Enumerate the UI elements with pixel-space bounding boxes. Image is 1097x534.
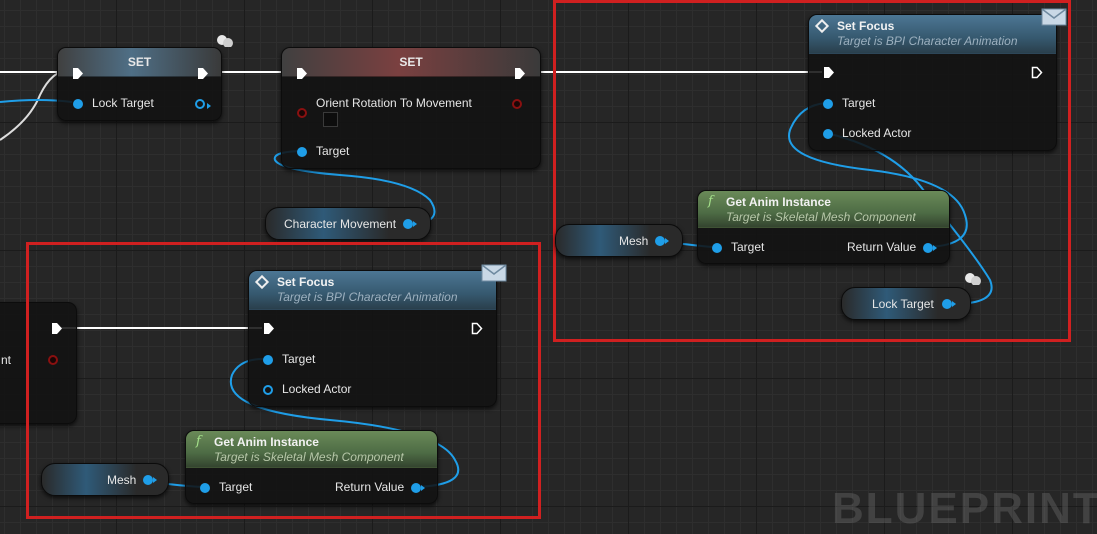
set-orient-rotation-node[interactable]: SET Orient Rotation To Movement Target: [281, 47, 541, 169]
lock-target-getter[interactable]: Lock Target: [841, 287, 971, 320]
pin-label: Target: [731, 240, 765, 254]
node-title: Set Focus: [837, 19, 895, 33]
message-envelope-icon: [1041, 8, 1067, 26]
lock-target-output-pin[interactable]: [195, 99, 211, 109]
pin-label: Locked Actor: [842, 126, 912, 140]
character-movement-output-pin[interactable]: [403, 219, 417, 229]
function-f-icon: f: [708, 194, 713, 209]
target-input-pin[interactable]: [263, 355, 273, 365]
pin-label: Orient Rotation To Movement: [316, 96, 472, 110]
orient-rotation-checkbox[interactable]: [323, 112, 338, 127]
getter-label: Lock Target: [872, 297, 934, 311]
lock-target-input-pin[interactable]: [73, 99, 83, 109]
locked-actor-input-pin[interactable]: [823, 129, 833, 139]
target-input-pin[interactable]: [823, 99, 833, 109]
pin-label: Return Value: [847, 240, 917, 254]
mesh-output-pin[interactable]: [143, 475, 157, 485]
exec-in-pin[interactable]: [72, 67, 84, 80]
exec-out-pin[interactable]: [471, 322, 483, 335]
exec-out-pin[interactable]: [514, 67, 526, 80]
node-subtitle: Target is Skeletal Mesh Component: [214, 450, 404, 464]
pin-label: Target: [316, 144, 350, 158]
target-input-pin[interactable]: [297, 147, 307, 157]
return-value-output-pin[interactable]: [411, 483, 425, 493]
character-movement-getter[interactable]: Character Movement: [265, 207, 431, 240]
target-input-pin[interactable]: [200, 483, 210, 493]
get-anim-instance-node-top[interactable]: f Get Anim Instance Target is Skeletal M…: [697, 190, 950, 264]
node-header: SET: [282, 48, 540, 77]
mesh-getter-top[interactable]: Mesh: [555, 224, 683, 257]
exec-out-pin[interactable]: [197, 67, 209, 80]
target-input-pin[interactable]: [712, 243, 722, 253]
pin-label: Locked Actor: [282, 382, 352, 396]
getter-label: Mesh: [619, 234, 649, 248]
node-subtitle: Target is BPI Character Animation: [277, 290, 458, 304]
orient-rotation-input-pin[interactable]: [297, 108, 307, 118]
set-focus-node-top[interactable]: Set Focus Target is BPI Character Animat…: [808, 14, 1057, 151]
message-envelope-icon: [481, 264, 507, 282]
mesh-getter-bottom[interactable]: Mesh: [41, 463, 169, 496]
set-lock-target-node[interactable]: SET Lock Target: [57, 47, 222, 121]
exec-out-pin[interactable]: [1031, 66, 1043, 79]
orient-rotation-output-pin[interactable]: [512, 99, 522, 109]
node-header: f Get Anim Instance Target is Skeletal M…: [186, 431, 437, 468]
blueprint-watermark: BLUEPRINT: [832, 484, 1097, 533]
node-subtitle: Target is BPI Character Animation: [837, 34, 1018, 48]
getter-label: Mesh: [107, 473, 137, 487]
lock-target-output-pin[interactable]: [942, 299, 956, 309]
diamond-function-icon: [254, 274, 270, 290]
locked-actor-input-pin[interactable]: [263, 385, 273, 395]
getter-label: Character Movement: [284, 217, 397, 231]
node-header: Set Focus Target is BPI Character Animat…: [809, 15, 1056, 54]
node-title: Get Anim Instance: [214, 435, 319, 449]
node-title: SET: [399, 55, 423, 69]
set-focus-node-bottom[interactable]: Set Focus Target is BPI Character Animat…: [248, 270, 497, 407]
pin-label: Target: [219, 480, 253, 494]
node-title: Set Focus: [277, 275, 335, 289]
exec-in-pin[interactable]: [296, 67, 308, 80]
network-replicated-icon: [217, 35, 233, 47]
exec-in-pin[interactable]: [263, 322, 275, 335]
diamond-function-icon: [814, 18, 830, 34]
pin-label: Target: [842, 96, 876, 110]
node-subtitle: Target is Skeletal Mesh Component: [726, 210, 916, 224]
return-value-output-pin[interactable]: [923, 243, 937, 253]
pin-label: Lock Target: [92, 96, 154, 110]
exec-in-pin[interactable]: [823, 66, 835, 79]
pin-label: Target: [282, 352, 316, 366]
partial-label: nt: [1, 353, 12, 367]
get-anim-instance-node-bottom[interactable]: f Get Anim Instance Target is Skeletal M…: [185, 430, 438, 504]
node-title: Get Anim Instance: [726, 195, 831, 209]
mesh-output-pin[interactable]: [655, 236, 669, 246]
function-f-icon: f: [196, 434, 201, 449]
node-header: Set Focus Target is BPI Character Animat…: [249, 271, 496, 310]
node-header: f Get Anim Instance Target is Skeletal M…: [698, 191, 949, 228]
pin-label: Return Value: [335, 480, 405, 494]
network-replicated-icon: [965, 273, 981, 285]
